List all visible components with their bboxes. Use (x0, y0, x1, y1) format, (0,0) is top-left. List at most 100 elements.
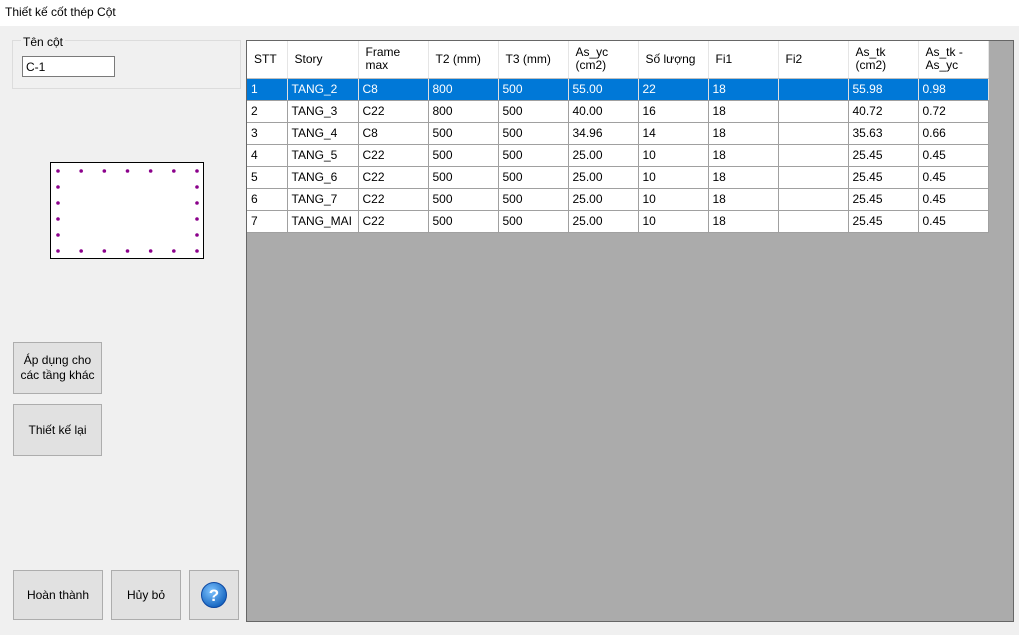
table-cell[interactable] (778, 100, 849, 123)
table-cell[interactable]: C8 (358, 78, 429, 101)
table-cell[interactable]: TANG_6 (287, 166, 359, 189)
column-header[interactable]: As_yc (cm2) (568, 41, 639, 79)
table-cell[interactable]: 34.96 (568, 122, 639, 145)
table-cell[interactable] (778, 144, 849, 167)
column-header[interactable]: As_tk (cm2) (848, 41, 919, 79)
table-row[interactable]: 4 TANG_5 C22 500 500 25.00 10 18 25.45 0.45 (247, 144, 989, 167)
column-header[interactable]: Fi1 (708, 41, 779, 79)
table-cell[interactable]: 800 (428, 100, 499, 123)
table-cell[interactable]: 22 (638, 78, 709, 101)
table-cell[interactable]: 2 (247, 100, 288, 123)
column-header[interactable]: STT (247, 41, 288, 79)
table-cell[interactable]: 25.45 (848, 166, 919, 189)
table-cell[interactable]: 55.00 (568, 78, 639, 101)
column-header[interactable]: Frame max (358, 41, 429, 79)
table-cell[interactable]: 18 (708, 122, 779, 145)
table-cell[interactable]: 0.98 (918, 78, 989, 101)
table-cell[interactable]: 18 (708, 210, 779, 233)
column-header[interactable]: Số lượng (638, 41, 709, 79)
table-row[interactable]: 2 TANG_3 C22 800 500 40.00 16 18 40.72 0.72 (247, 100, 989, 123)
column-name-input[interactable] (22, 56, 115, 77)
table-cell[interactable]: 5 (247, 166, 288, 189)
table-cell[interactable]: 7 (247, 210, 288, 233)
table-cell[interactable] (778, 188, 849, 211)
table-cell[interactable]: TANG_4 (287, 122, 359, 145)
table-cell[interactable]: 40.00 (568, 100, 639, 123)
table-cell[interactable]: 25.45 (848, 144, 919, 167)
table-cell[interactable]: 25.00 (568, 210, 639, 233)
table-cell[interactable]: TANG_3 (287, 100, 359, 123)
column-header[interactable]: T3 (mm) (498, 41, 569, 79)
table-row[interactable]: 5 TANG_6 C22 500 500 25.00 10 18 25.45 0.45 (247, 166, 989, 189)
table-cell[interactable]: 500 (428, 166, 499, 189)
table-cell[interactable]: TANG_7 (287, 188, 359, 211)
table-cell[interactable]: 0.45 (918, 144, 989, 167)
table-cell[interactable]: 0.72 (918, 100, 989, 123)
table-cell[interactable]: 10 (638, 210, 709, 233)
table-cell[interactable]: C22 (358, 100, 429, 123)
table-cell[interactable]: C8 (358, 122, 429, 145)
help-button[interactable]: ? (189, 570, 239, 620)
redesign-button[interactable]: Thiết kế lại (13, 404, 102, 456)
table-cell[interactable]: 35.63 (848, 122, 919, 145)
table-cell[interactable]: 10 (638, 166, 709, 189)
table-cell[interactable]: C22 (358, 144, 429, 167)
table-cell[interactable] (778, 122, 849, 145)
table-cell[interactable]: 0.45 (918, 166, 989, 189)
table-cell[interactable]: 0.45 (918, 188, 989, 211)
table-cell[interactable]: 1 (247, 78, 288, 101)
table-cell[interactable]: 55.98 (848, 78, 919, 101)
table-cell[interactable]: 25.45 (848, 210, 919, 233)
table-cell[interactable]: 500 (428, 210, 499, 233)
table-cell[interactable]: 0.45 (918, 210, 989, 233)
table-cell[interactable]: 10 (638, 144, 709, 167)
table-cell[interactable]: 18 (708, 144, 779, 167)
table-cell[interactable]: 18 (708, 166, 779, 189)
reinforcement-grid[interactable]: STT Story Frame max T2 (mm) T3 (mm) As_yc (cm… (246, 40, 1014, 622)
table-row[interactable]: 6 TANG_7 C22 500 500 25.00 10 18 25.45 0.45 (247, 188, 989, 211)
table-cell[interactable]: 18 (708, 188, 779, 211)
table-cell[interactable]: 800 (428, 78, 499, 101)
table-cell[interactable]: 500 (498, 122, 569, 145)
table-cell[interactable]: 500 (498, 144, 569, 167)
column-header[interactable]: Story (287, 41, 359, 79)
table-cell[interactable]: 18 (708, 78, 779, 101)
table-cell[interactable]: 10 (638, 188, 709, 211)
table-cell[interactable]: 500 (498, 210, 569, 233)
table-cell[interactable]: 500 (428, 188, 499, 211)
table-cell[interactable]: 18 (708, 100, 779, 123)
cancel-button[interactable]: Hủy bỏ (111, 570, 181, 620)
table-cell[interactable]: 500 (498, 166, 569, 189)
table-cell[interactable]: 500 (428, 122, 499, 145)
table-cell[interactable]: 25.00 (568, 188, 639, 211)
table-cell[interactable]: 25.00 (568, 166, 639, 189)
table-cell[interactable]: 3 (247, 122, 288, 145)
table-cell[interactable]: 25.00 (568, 144, 639, 167)
table-cell[interactable]: TANG_5 (287, 144, 359, 167)
table-cell[interactable]: 500 (428, 144, 499, 167)
column-header[interactable]: Fi2 (778, 41, 849, 79)
table-cell[interactable]: 4 (247, 144, 288, 167)
table-cell[interactable]: 25.45 (848, 188, 919, 211)
column-header[interactable]: As_tk - As_yc (918, 41, 989, 79)
done-button[interactable]: Hoàn thành (13, 570, 103, 620)
table-cell[interactable]: 500 (498, 188, 569, 211)
column-header[interactable]: T2 (mm) (428, 41, 499, 79)
table-cell[interactable]: 500 (498, 78, 569, 101)
table-cell[interactable]: TANG_2 (287, 78, 359, 101)
table-cell[interactable]: 0.66 (918, 122, 989, 145)
table-cell[interactable]: 6 (247, 188, 288, 211)
table-row[interactable]: 3 TANG_4 C8 500 500 34.96 14 18 35.63 0.66 (247, 122, 989, 145)
table-cell[interactable]: 16 (638, 100, 709, 123)
table-row[interactable]: 7 TANG_MAI C22 500 500 25.00 10 18 25.45 0.45 (247, 210, 989, 233)
table-cell[interactable]: 14 (638, 122, 709, 145)
table-cell[interactable]: C22 (358, 166, 429, 189)
table-cell[interactable]: 40.72 (848, 100, 919, 123)
table-row[interactable]: 1 TANG_2 C8 800 500 55.00 22 18 55.98 0.98 (247, 78, 989, 101)
table-cell[interactable]: C22 (358, 210, 429, 233)
table-cell[interactable]: 500 (498, 100, 569, 123)
apply-other-stories-button[interactable]: Áp dụng cho các tầng khác (13, 342, 102, 394)
table-cell[interactable] (778, 78, 849, 101)
table-cell[interactable] (778, 210, 849, 233)
table-cell[interactable]: TANG_MAI (287, 210, 359, 233)
